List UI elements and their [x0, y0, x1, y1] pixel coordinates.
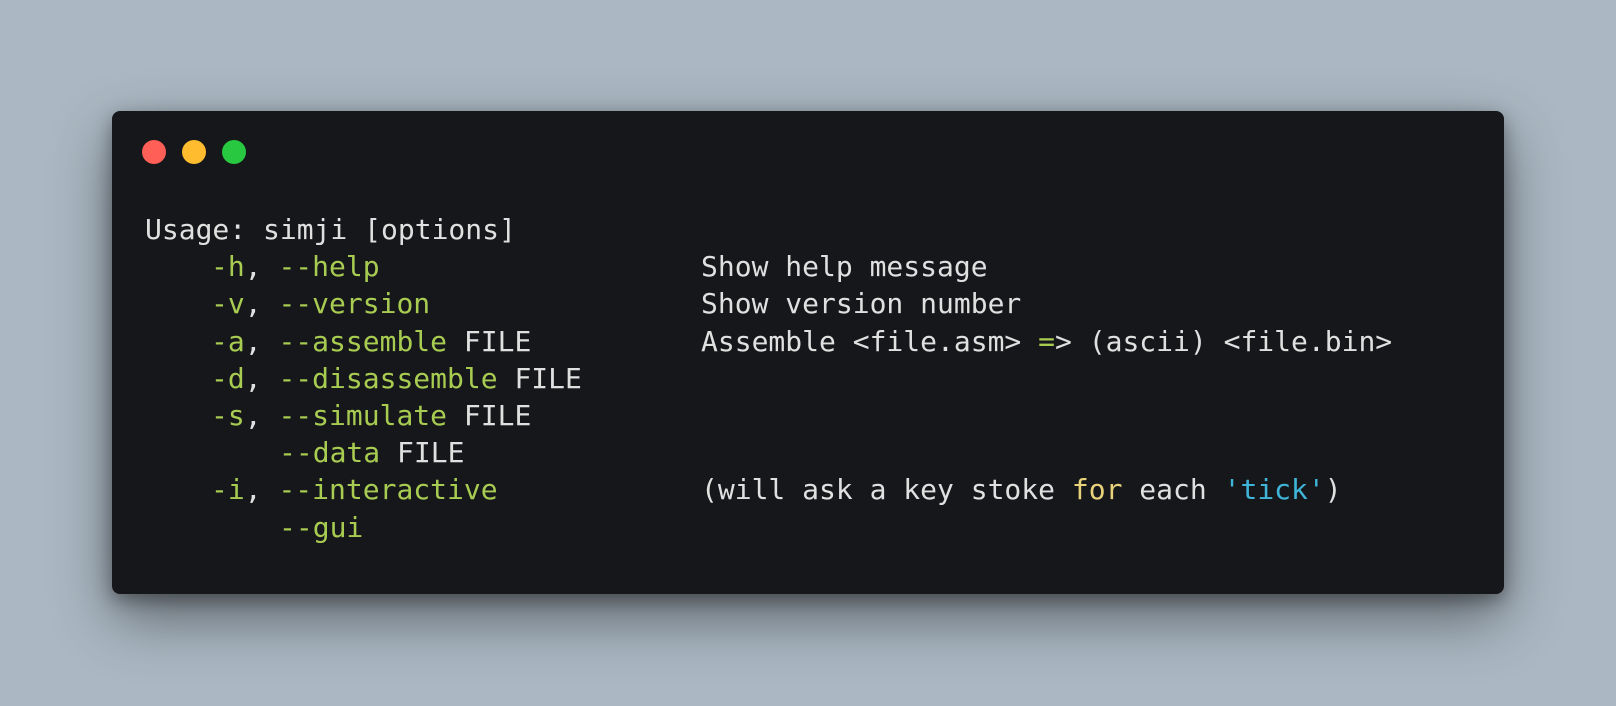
option-short: -s [211, 398, 245, 432]
option-line: -s, --simulate FILE [145, 397, 1392, 434]
option-flags: -a, --assemble FILE [145, 323, 701, 360]
option-short: -a [211, 324, 245, 358]
option-flags: -h, --help [145, 248, 701, 285]
options-list: -h, --help Show help message -v, --version… [145, 248, 1392, 546]
minimize-dot[interactable] [182, 140, 206, 164]
option-separator: , [244, 398, 279, 432]
option-flags: -d, --disassemble FILE [145, 360, 701, 397]
option-line: -v, --version Show version number [145, 285, 1392, 322]
option-line: --data FILE [145, 434, 1392, 471]
option-description: Show help message [701, 250, 988, 283]
option-flags: --data FILE [145, 434, 701, 471]
option-long: --interactive [278, 473, 498, 507]
option-separator: , [244, 473, 279, 507]
description-token: Assemble <file.asm> [701, 324, 1039, 358]
option-description: Assemble <file.asm> => (ascii) <file.bin… [701, 325, 1392, 358]
option-separator: , [244, 361, 279, 395]
option-line: -h, --help Show help message [145, 248, 1392, 285]
description-token: (will ask a key stoke [701, 473, 1072, 507]
description-token: > (ascii) <file.bin> [1055, 324, 1393, 358]
option-line: -i, --interactive (will ask a key stoke f… [145, 471, 1392, 508]
option-flags: -s, --simulate FILE [145, 397, 701, 434]
option-long: --simulate [278, 398, 448, 432]
option-long: --help [278, 250, 380, 284]
option-line: -d, --disassemble FILE [145, 360, 1392, 397]
option-long: --disassemble [278, 361, 498, 395]
option-description: (will ask a key stoke for each 'tick') [701, 473, 1342, 506]
option-long: --gui [279, 510, 364, 544]
option-line: -a, --assemble FILE Assemble <file.asm> =… [145, 323, 1392, 360]
option-separator: , [244, 250, 279, 284]
description-token: Show help message [701, 250, 988, 284]
terminal-window: Usage: simji [options] -h, --help Show hel… [112, 111, 1504, 594]
description-token: = [1038, 324, 1056, 358]
option-line: --gui [145, 509, 1392, 546]
option-flags: -v, --version [145, 285, 701, 322]
description-token: for [1071, 473, 1123, 507]
description-token: Show version number [701, 287, 1022, 321]
option-short: -i [211, 473, 245, 507]
option-separator: , [244, 324, 279, 358]
option-argument: FILE [447, 398, 532, 432]
usage-text: Usage: simji [options] [145, 213, 516, 246]
option-short: -v [211, 287, 245, 321]
option-flags: --gui [145, 509, 701, 546]
option-short: -h [211, 250, 245, 284]
option-argument: FILE [447, 324, 532, 358]
description-token: 'tick' [1223, 473, 1325, 507]
option-long: --assemble [278, 324, 448, 358]
description-token: ) [1324, 473, 1342, 507]
option-flags: -i, --interactive [145, 471, 701, 508]
option-separator: , [244, 287, 279, 321]
terminal-output: Usage: simji [options] -h, --help Show hel… [145, 211, 1392, 546]
description-token: each [1122, 473, 1224, 507]
window-controls [142, 140, 262, 164]
option-argument: FILE [380, 436, 465, 470]
option-long: --data [279, 436, 381, 470]
option-short: -d [211, 361, 245, 395]
option-long: --version [278, 287, 431, 321]
option-description: Show version number [701, 287, 1021, 320]
option-argument: FILE [497, 361, 582, 395]
maximize-dot[interactable] [222, 140, 246, 164]
usage-line: Usage: simji [options] [145, 211, 1392, 248]
close-dot[interactable] [142, 140, 166, 164]
